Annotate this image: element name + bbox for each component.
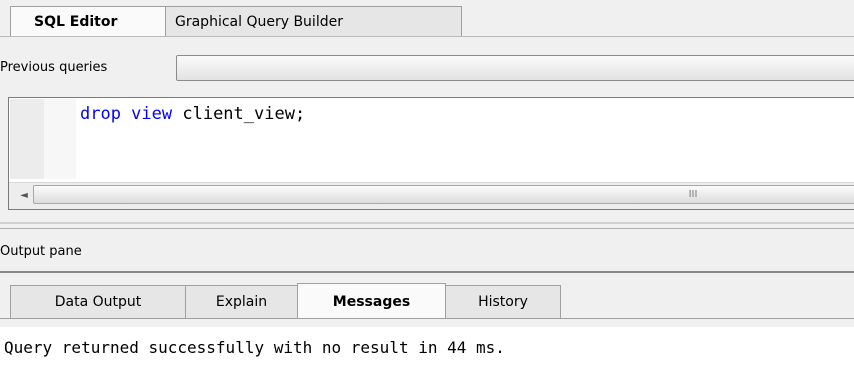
output-pane-title: Output pane: [0, 244, 82, 259]
scrollbar-thumb[interactable]: [33, 185, 854, 204]
output-pane-divider: [0, 271, 854, 273]
sql-code[interactable]: drop view client_view;: [80, 100, 305, 128]
pane-splitter-line: [0, 228, 854, 229]
scroll-left-arrow-icon[interactable]: ◄: [14, 187, 34, 205]
sql-identifier: client_view;: [172, 104, 306, 124]
editor-tab-strip: SQL Editor Graphical Query Builder: [0, 0, 854, 37]
scrollbar-grip-icon: III: [688, 189, 698, 200]
tab-messages[interactable]: Messages: [297, 283, 446, 319]
pane-splitter[interactable]: [0, 222, 854, 224]
tab-explain[interactable]: Explain: [185, 285, 298, 319]
output-tabs-border: [0, 318, 854, 319]
previous-queries-dropdown[interactable]: [176, 55, 854, 81]
tab-history[interactable]: History: [445, 285, 561, 319]
line-number-gutter: [10, 99, 44, 179]
tab-sql-editor[interactable]: SQL Editor: [10, 6, 166, 37]
previous-queries-label: Previous queries: [0, 60, 108, 75]
sql-keyword: drop view: [80, 104, 173, 124]
tab-graphical-query-builder[interactable]: Graphical Query Builder: [165, 6, 462, 37]
fold-margin: [44, 99, 76, 179]
tab-data-output[interactable]: Data Output: [10, 285, 186, 319]
query-result-message: Query returned successfully with no resu…: [4, 338, 505, 357]
tab-strip-border: [0, 36, 854, 37]
